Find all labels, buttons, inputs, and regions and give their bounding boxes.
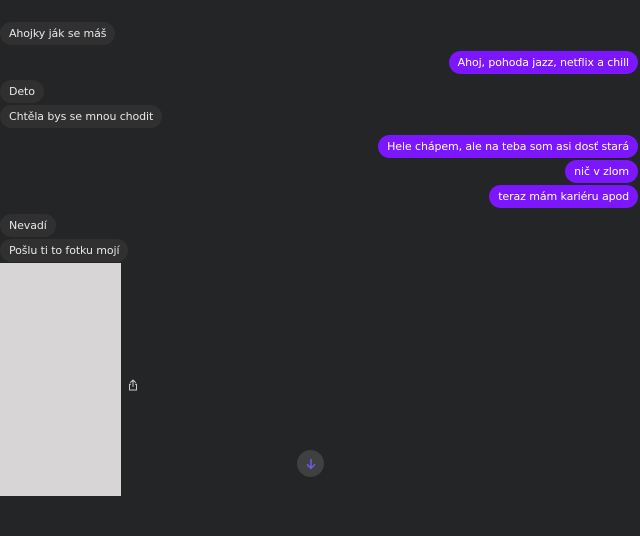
incoming-message[interactable]: Deto xyxy=(0,80,44,103)
share-icon xyxy=(129,379,137,391)
photo-attachment[interactable] xyxy=(0,263,121,496)
outgoing-message[interactable]: teraz mám kariéru apod xyxy=(489,185,638,208)
chat-thread: Ahojky ják se máš Ahoj, pohoda jazz, net… xyxy=(0,0,640,536)
outgoing-message[interactable]: Hele chápem, ale na teba som asi dosť st… xyxy=(378,135,638,158)
incoming-message[interactable]: Chtěla bys se mnou chodit xyxy=(0,105,163,128)
incoming-message[interactable]: Nevadí xyxy=(0,214,56,237)
incoming-message[interactable]: Ahojky ják se máš xyxy=(0,22,116,45)
incoming-message[interactable]: Pošlu ti to fotku mojí xyxy=(0,239,129,262)
share-button[interactable] xyxy=(126,377,140,393)
scroll-to-bottom-button[interactable] xyxy=(297,450,324,477)
arrow-down-icon xyxy=(306,458,315,469)
outgoing-message[interactable]: Ahoj, pohoda jazz, netflix a chill xyxy=(448,51,638,74)
outgoing-message[interactable]: nič v zlom xyxy=(565,160,638,183)
